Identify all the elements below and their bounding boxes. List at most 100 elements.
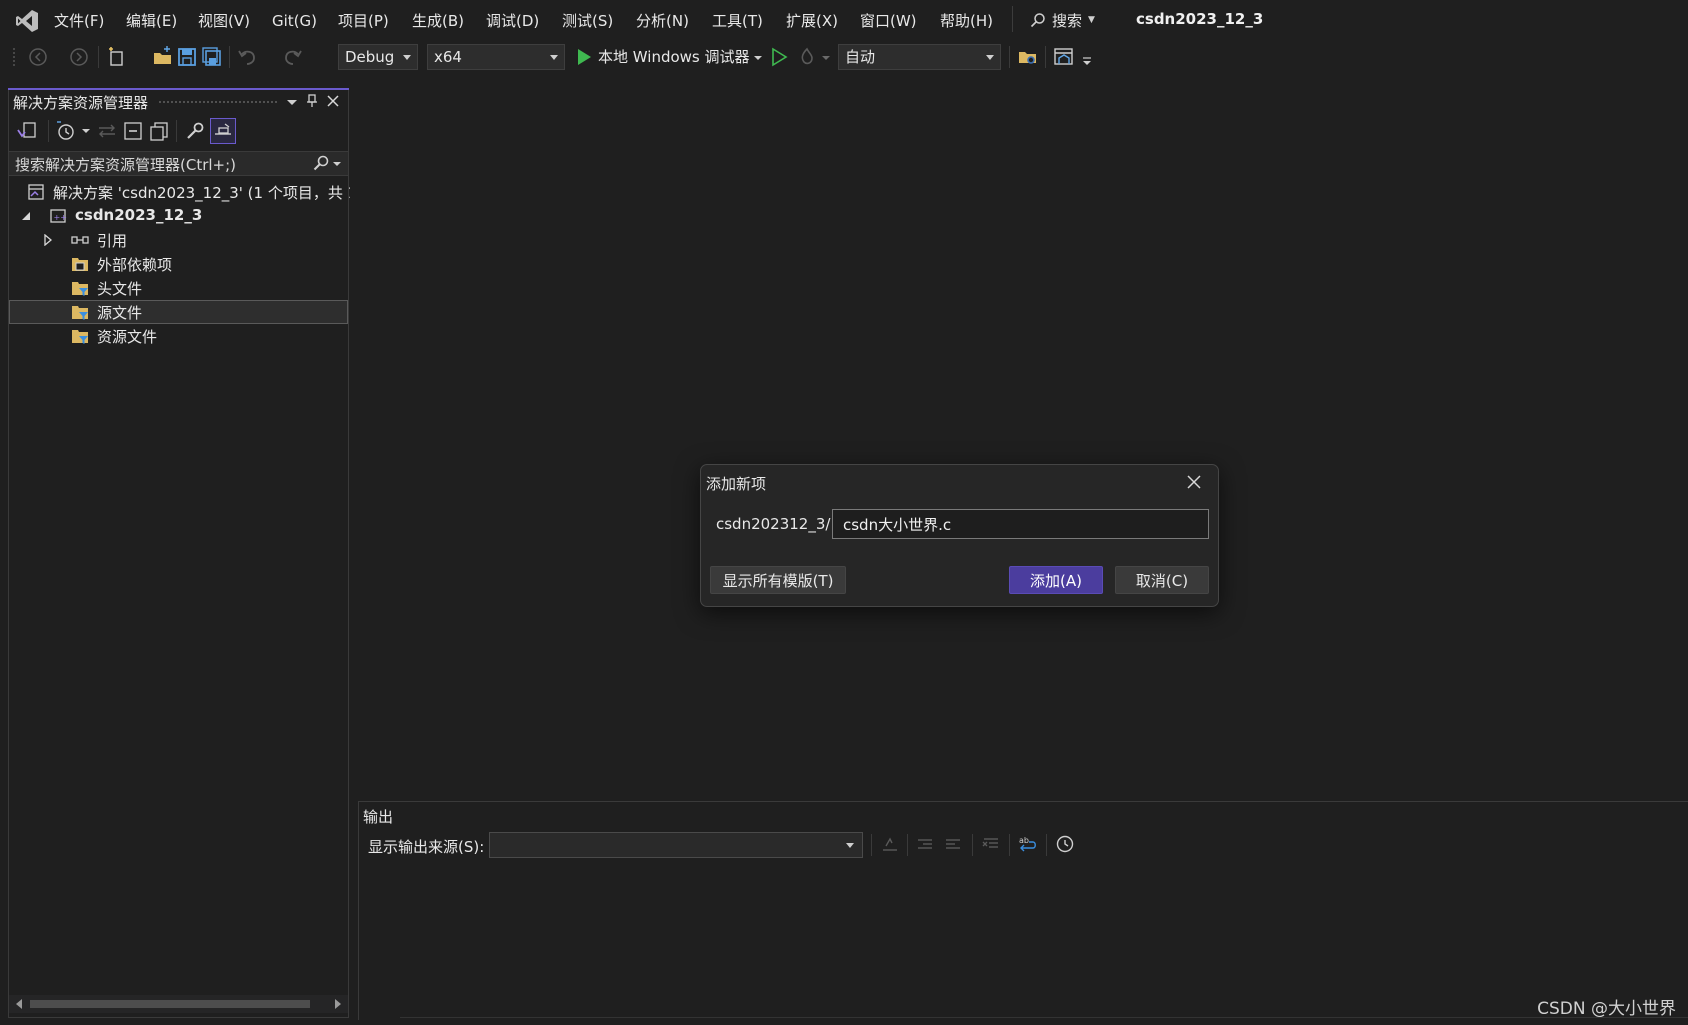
find-previous-message-icon[interactable] <box>915 834 935 854</box>
scrollbar-thumb[interactable] <box>30 1000 310 1008</box>
tree-item-source-files[interactable]: 源文件 <box>9 300 348 324</box>
go-to-line-icon[interactable] <box>880 834 900 854</box>
close-icon[interactable] <box>326 94 340 108</box>
mode-value: 自动 <box>845 48 876 66</box>
pending-changes-filter-icon[interactable] <box>55 120 77 142</box>
visual-studio-logo-icon[interactable] <box>14 8 40 34</box>
layout-window-icon[interactable] <box>1053 46 1075 68</box>
menu-help[interactable]: 帮助(H) <box>940 10 993 32</box>
toolbar-overflow-icon[interactable] <box>1081 46 1093 68</box>
menu-file[interactable]: 文件(F) <box>54 10 104 32</box>
platform-combo[interactable]: x64 <box>427 44 565 70</box>
find-next-message-icon[interactable] <box>943 834 963 854</box>
open-folder-icon[interactable] <box>152 46 174 68</box>
collapsed-arrow-icon[interactable] <box>43 234 53 246</box>
menu-extensions[interactable]: 扩展(X) <box>786 10 838 32</box>
panel-menu-chevron-icon[interactable] <box>286 96 298 108</box>
collapse-all-icon[interactable] <box>122 120 144 142</box>
chevron-down-icon[interactable] <box>752 46 764 68</box>
tree-item-resource-files[interactable]: 资源文件 <box>9 324 348 348</box>
properties-wrench-icon[interactable] <box>184 120 206 142</box>
show-all-files-icon[interactable] <box>148 120 170 142</box>
watermark: CSDN @大小世界 <box>1537 999 1676 1019</box>
solution-search-placeholder: 搜索解决方案资源管理器(Ctrl+;) <box>15 156 237 174</box>
save-icon[interactable] <box>176 46 198 68</box>
toolbar-separator <box>871 834 872 856</box>
menu-test[interactable]: 测试(S) <box>562 10 613 32</box>
toolbar-separator <box>907 834 908 856</box>
menu-window[interactable]: 窗口(W) <box>860 10 917 32</box>
output-source-label: 显示输出来源(S): <box>368 838 485 856</box>
expanded-arrow-icon[interactable] <box>21 210 31 222</box>
scroll-right-icon[interactable] <box>333 998 343 1010</box>
navigate-back-icon[interactable] <box>27 46 49 68</box>
search-button[interactable]: 搜索 ▼ <box>1030 9 1095 31</box>
panel-drag-grip[interactable] <box>158 100 278 105</box>
tree-item-external-dependencies[interactable]: 外部依赖项 <box>9 252 348 276</box>
close-icon[interactable] <box>1186 474 1202 490</box>
cancel-button[interactable]: 取消(C) <box>1115 566 1209 594</box>
menu-git[interactable]: Git(G) <box>272 10 317 32</box>
toolbar-separator <box>98 46 99 68</box>
tree-project-node[interactable]: ++ csdn2023_12_3 <box>9 204 348 228</box>
run-target-label[interactable]: 本地 Windows 调试器 <box>598 46 750 67</box>
preview-selected-items-button[interactable] <box>210 118 236 144</box>
start-without-debug-icon[interactable] <box>768 46 790 68</box>
chevron-down-icon <box>986 55 994 60</box>
tree-solution-node[interactable]: 解决方案 'csdn2023_12_3' (1 个项目，共 1 <box>9 180 357 204</box>
start-debug-play-icon[interactable] <box>573 46 595 68</box>
toolbar-separator <box>1009 46 1010 68</box>
browse-folder-icon[interactable] <box>1017 46 1039 68</box>
tree-item-label: 外部依赖项 <box>97 256 173 274</box>
undo-icon[interactable] <box>236 46 258 68</box>
pin-icon[interactable] <box>305 94 319 108</box>
chevron-down-icon[interactable] <box>820 46 832 68</box>
tree-item-references[interactable]: 引用 <box>9 228 348 252</box>
output-source-select[interactable] <box>489 832 863 858</box>
editor-area <box>350 88 1688 800</box>
filter-folder-icon <box>71 303 89 321</box>
output-panel-title: 输出 <box>363 808 394 826</box>
menu-tools[interactable]: 工具(T) <box>712 10 763 32</box>
save-all-icon[interactable] <box>201 46 223 68</box>
sync-with-document-icon[interactable] <box>96 120 118 142</box>
chevron-down-icon[interactable] <box>332 159 342 169</box>
tree-item-header-files[interactable]: 头文件 <box>9 276 348 300</box>
toolbar-separator <box>229 46 230 68</box>
redo-icon[interactable] <box>282 46 304 68</box>
menu-analyze[interactable]: 分析(N) <box>636 10 689 32</box>
menu-debug[interactable]: 调试(D) <box>486 10 539 32</box>
dialog-path-prefix: csdn202312_3/ <box>716 515 831 533</box>
switch-views-icon[interactable] <box>16 120 38 142</box>
tree-item-label: 引用 <box>97 232 128 250</box>
toolbar-grip[interactable] <box>12 46 18 68</box>
hot-reload-icon[interactable] <box>796 46 818 68</box>
configuration-combo[interactable]: Debug <box>338 44 418 70</box>
navigate-forward-icon[interactable] <box>68 46 90 68</box>
tree-item-label: 资源文件 <box>97 328 158 346</box>
menu-edit[interactable]: 编辑(E) <box>126 10 177 32</box>
toolbar-separator <box>48 120 49 142</box>
menu-separator <box>1012 6 1013 32</box>
mode-combo[interactable]: 自动 <box>838 44 1001 70</box>
scroll-left-icon[interactable] <box>14 998 24 1010</box>
show-all-templates-button[interactable]: 显示所有模版(T) <box>710 566 846 594</box>
search-label: 搜索 <box>1052 11 1083 30</box>
chevron-down-icon: ▼ <box>1088 15 1095 25</box>
filename-input[interactable] <box>832 509 1209 539</box>
svg-text:++: ++ <box>54 213 67 222</box>
word-wrap-icon[interactable]: ab <box>1018 834 1038 854</box>
chevron-down-icon <box>403 55 411 60</box>
add-button[interactable]: 添加(A) <box>1009 566 1103 594</box>
toolbar-separator <box>1046 834 1047 856</box>
menu-build[interactable]: 生成(B) <box>412 10 464 32</box>
clear-all-icon[interactable] <box>981 834 1001 854</box>
new-project-icon[interactable] <box>106 46 128 68</box>
chevron-down-icon[interactable] <box>81 126 91 136</box>
menu-project[interactable]: 项目(P) <box>338 10 389 32</box>
search-icon[interactable] <box>313 155 329 171</box>
panel-active-accent <box>8 88 349 90</box>
timestamp-clock-icon[interactable] <box>1055 834 1075 854</box>
filter-folder-icon <box>71 279 89 297</box>
menu-view[interactable]: 视图(V) <box>198 10 250 32</box>
